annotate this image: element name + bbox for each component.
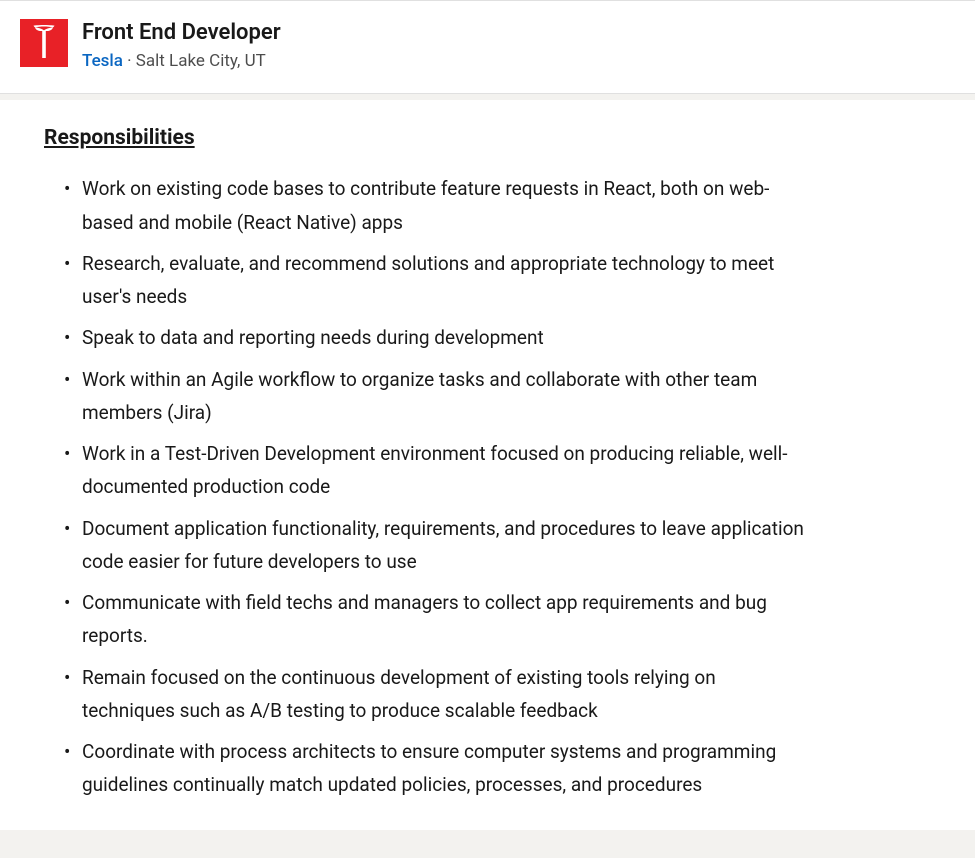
list-item: Work in a Test-Driven Development enviro… [64, 437, 804, 504]
list-item: Coordinate with process architects to en… [64, 735, 804, 802]
job-title: Front End Developer [82, 19, 281, 48]
list-item: Communicate with field techs and manager… [64, 586, 804, 653]
list-item: Document application functionality, requ… [64, 512, 804, 579]
company-logo[interactable] [20, 19, 68, 67]
list-item: Speak to data and reporting needs during… [64, 321, 804, 354]
company-location-line: Tesla · Salt Lake City, UT [82, 50, 281, 74]
company-link[interactable]: Tesla [82, 51, 123, 71]
responsibilities-heading: Responsibilities [44, 126, 931, 150]
tesla-logo-icon [29, 25, 59, 61]
separator-dot: · [123, 51, 136, 71]
list-item: Work on existing code bases to contribut… [64, 172, 804, 239]
header-text-block: Front End Developer Tesla · Salt Lake Ci… [82, 19, 281, 73]
job-location: Salt Lake City, UT [136, 51, 266, 71]
job-header: Front End Developer Tesla · Salt Lake Ci… [0, 0, 975, 94]
job-description-content: Responsibilities Work on existing code b… [0, 100, 975, 829]
list-item: Work within an Agile workflow to organiz… [64, 363, 804, 430]
responsibilities-list: Work on existing code bases to contribut… [44, 172, 931, 801]
list-item: Remain focused on the continuous develop… [64, 661, 804, 728]
list-item: Research, evaluate, and recommend soluti… [64, 247, 804, 314]
